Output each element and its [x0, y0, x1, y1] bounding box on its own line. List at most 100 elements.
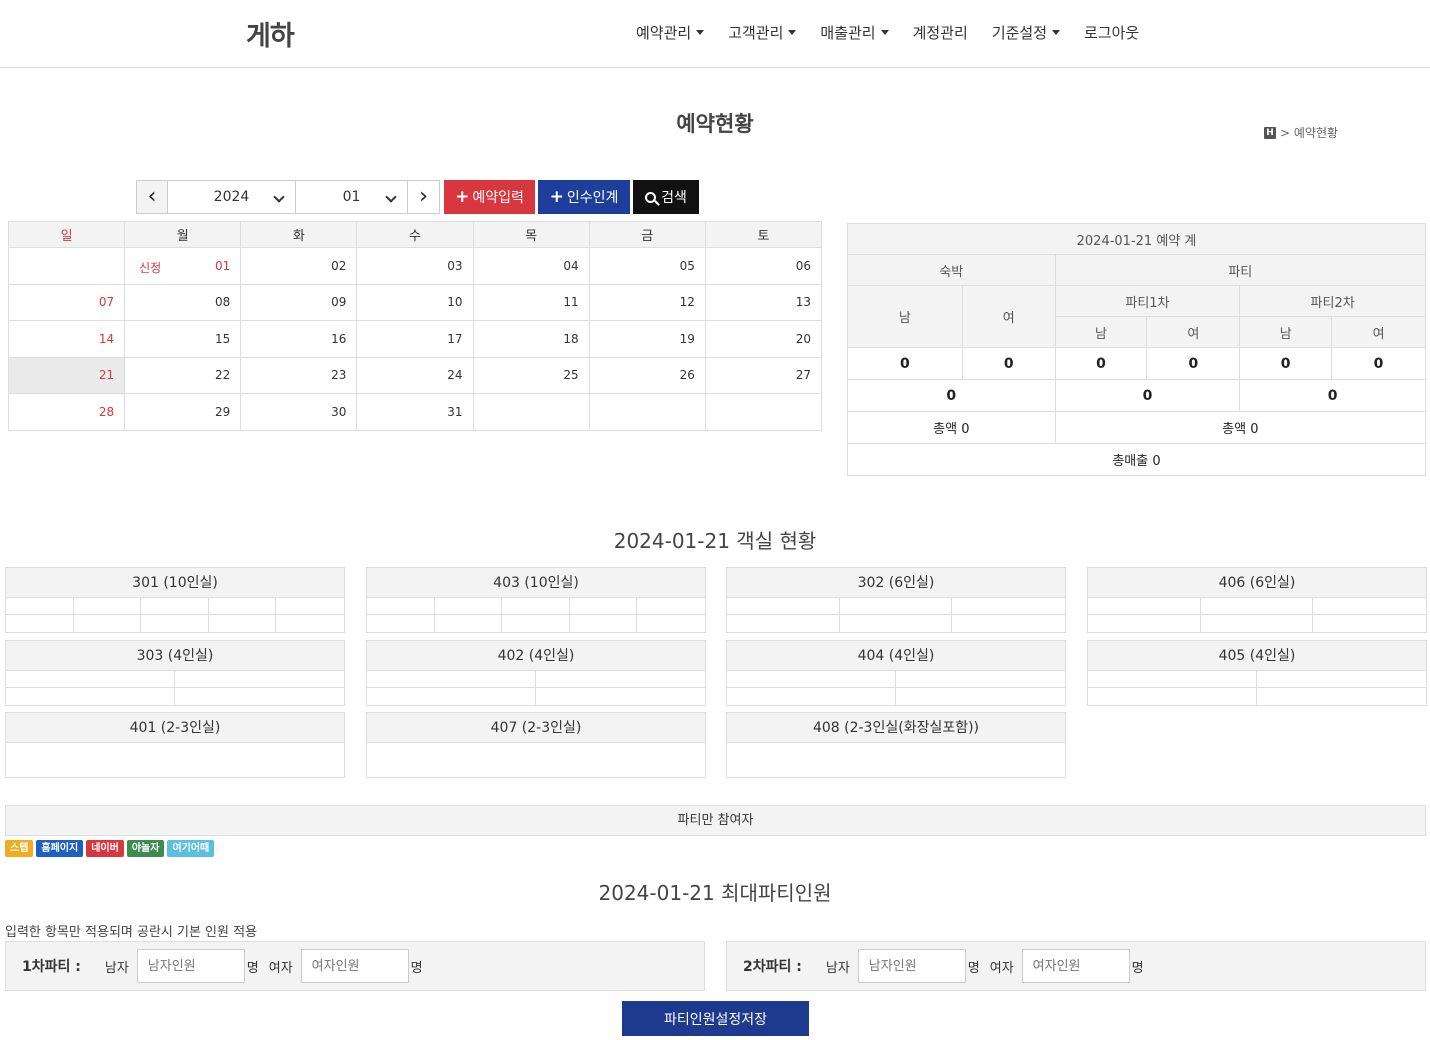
calendar-day[interactable]: 26	[588, 356, 706, 394]
room-card[interactable]: 404 (4인실)	[726, 640, 1066, 706]
calendar-day[interactable]: 15	[124, 320, 242, 358]
bed-slot[interactable]	[6, 671, 175, 688]
bed-slot[interactable]	[727, 615, 840, 632]
bed-slot[interactable]	[637, 615, 705, 632]
bed-slot[interactable]	[434, 598, 503, 615]
bed-slot[interactable]	[276, 598, 344, 615]
bed-slot[interactable]	[570, 615, 638, 632]
party2-male-input[interactable]	[857, 949, 966, 983]
bed-slot[interactable]	[367, 688, 536, 705]
bed-slot[interactable]	[175, 671, 344, 688]
bed-slot[interactable]	[141, 615, 209, 632]
room-card[interactable]: 403 (10인실)	[366, 567, 706, 633]
calendar-day[interactable]	[7, 247, 126, 285]
room-card[interactable]: 407 (2-3인실)	[366, 712, 706, 778]
calendar-day[interactable]: 03	[356, 247, 474, 285]
calendar-day[interactable]: 11	[472, 283, 590, 321]
bed-slot[interactable]	[141, 598, 209, 615]
nav-sales[interactable]: 매출관리	[820, 22, 889, 43]
bed-slot[interactable]	[896, 688, 1065, 705]
party1-male-input[interactable]	[136, 949, 245, 983]
bed-slot[interactable]	[502, 615, 570, 632]
bed-slot[interactable]	[727, 598, 840, 615]
bed-slot[interactable]	[569, 598, 638, 615]
room-card[interactable]: 408 (2-3인실(화장실포함))	[726, 712, 1066, 778]
calendar-day[interactable]: 14	[7, 320, 126, 358]
calendar-day[interactable]: 17	[356, 320, 474, 358]
bed-slot[interactable]	[536, 688, 705, 705]
calendar-day-selected[interactable]: 21	[7, 356, 126, 394]
room-card[interactable]: 303 (4인실)	[5, 640, 345, 706]
calendar-day[interactable]: 31	[356, 393, 474, 431]
bed-slot[interactable]	[637, 598, 705, 615]
bed-slot[interactable]	[6, 598, 74, 615]
calendar-day[interactable]: 22	[124, 356, 242, 394]
calendar-day[interactable]: 06	[704, 247, 823, 285]
handover-button[interactable]: + 인수인계	[538, 180, 630, 214]
year-select[interactable]: 2024	[168, 180, 296, 214]
bed-slot[interactable]	[6, 615, 74, 632]
calendar-day[interactable]: 20	[704, 320, 823, 358]
room-beds[interactable]	[727, 743, 1065, 777]
logo[interactable]: 게하	[246, 14, 295, 53]
month-select[interactable]: 01	[296, 180, 408, 214]
room-card[interactable]: 302 (6인실)	[726, 567, 1066, 633]
nav-customer[interactable]: 고객관리	[728, 22, 797, 43]
bed-slot[interactable]	[367, 671, 536, 688]
calendar-day[interactable]: 29	[124, 393, 242, 431]
nav-account[interactable]: 계정관리	[913, 22, 968, 43]
bed-slot[interactable]	[209, 615, 277, 632]
bed-slot[interactable]	[727, 671, 896, 688]
prev-month-button[interactable]: ‹	[136, 180, 168, 214]
calendar-day[interactable]: 30	[240, 393, 358, 431]
nav-reservation[interactable]: 예약관리	[636, 22, 705, 43]
bed-slot[interactable]	[840, 615, 953, 632]
calendar-day[interactable]: 18	[472, 320, 590, 358]
bed-slot[interactable]	[367, 615, 435, 632]
bed-slot[interactable]	[1257, 688, 1426, 705]
save-party-settings-button[interactable]: 파티인원설정저장	[622, 1001, 809, 1036]
room-beds[interactable]	[6, 743, 344, 777]
nav-settings[interactable]: 기준설정	[992, 22, 1061, 43]
bed-slot[interactable]	[1313, 615, 1426, 632]
bed-slot[interactable]	[502, 598, 570, 615]
calendar-day[interactable]: 04	[472, 247, 590, 285]
bed-slot[interactable]	[536, 671, 705, 688]
calendar-day[interactable]: 23	[240, 356, 358, 394]
calendar-day[interactable]: 25	[472, 356, 590, 394]
bed-slot[interactable]	[952, 615, 1065, 632]
bed-slot[interactable]	[1257, 671, 1426, 688]
room-beds[interactable]	[367, 743, 705, 777]
party1-female-input[interactable]	[300, 949, 409, 983]
calendar-day[interactable]: 05	[588, 247, 706, 285]
room-card[interactable]: 301 (10인실)	[5, 567, 345, 633]
next-month-button[interactable]: ›	[408, 180, 440, 214]
calendar-day[interactable]: 02	[240, 247, 358, 285]
room-card[interactable]: 401 (2-3인실)	[5, 712, 345, 778]
bed-slot[interactable]	[74, 615, 142, 632]
add-reservation-button[interactable]: + 예약입력	[444, 180, 535, 214]
bed-slot[interactable]	[1088, 688, 1257, 705]
home-icon[interactable]: H	[1264, 126, 1276, 139]
bed-slot[interactable]	[208, 598, 277, 615]
nav-logout[interactable]: 로그아웃	[1084, 22, 1139, 43]
bed-slot[interactable]	[727, 688, 896, 705]
bed-slot[interactable]	[1313, 598, 1426, 615]
calendar-day[interactable]: 신정 01	[124, 247, 242, 285]
calendar-day[interactable]: 08	[124, 283, 242, 321]
bed-slot[interactable]	[1088, 615, 1201, 632]
calendar-day[interactable]: 10	[356, 283, 474, 321]
calendar-day[interactable]: 13	[704, 283, 823, 321]
bed-slot[interactable]	[6, 688, 175, 705]
room-card[interactable]: 406 (6인실)	[1087, 567, 1427, 633]
calendar-day[interactable]: 27	[704, 356, 823, 394]
bed-slot[interactable]	[73, 598, 142, 615]
room-card[interactable]: 402 (4인실)	[366, 640, 706, 706]
bed-slot[interactable]	[1201, 615, 1314, 632]
bed-slot[interactable]	[435, 615, 503, 632]
calendar-day[interactable]: 19	[588, 320, 706, 358]
calendar-day[interactable]: 16	[240, 320, 358, 358]
room-card[interactable]: 405 (4인실)	[1087, 640, 1427, 706]
bed-slot[interactable]	[896, 671, 1065, 688]
bed-slot[interactable]	[1088, 671, 1257, 688]
